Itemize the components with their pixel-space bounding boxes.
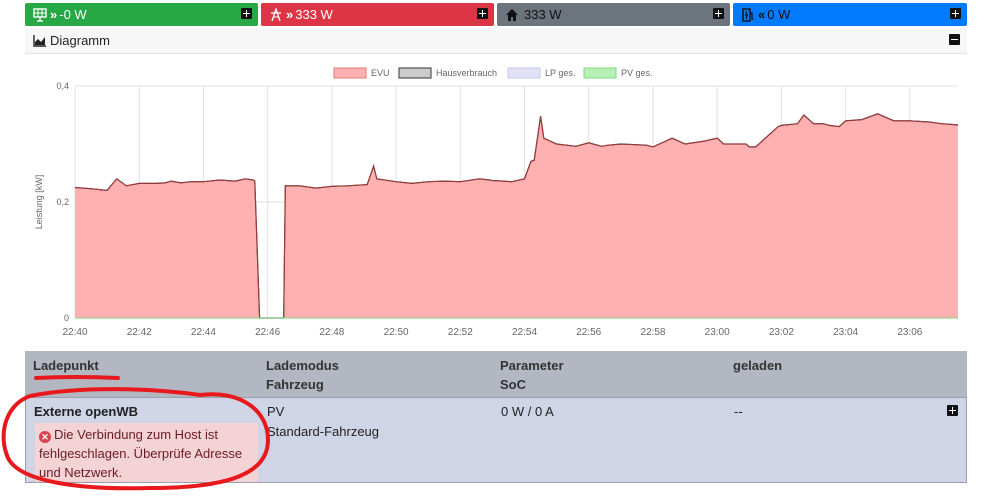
error-text: Die Verbindung zum Host ist fehlgeschlag… <box>39 427 243 480</box>
x-tick-label: 22:48 <box>319 327 344 338</box>
charging-power-value: 0 W <box>767 7 791 22</box>
x-tick-label: 22:54 <box>512 327 537 338</box>
charged-amount: -- <box>734 404 743 419</box>
diagram-title: Diagramm <box>50 33 110 48</box>
header-parameter: Parameter <box>500 358 564 373</box>
legend-label: EVU <box>371 68 390 78</box>
charge-params: 0 W / 0 A <box>501 404 554 419</box>
arrows-right-icon: » <box>286 7 294 22</box>
header-soc: SoC <box>500 377 526 392</box>
home-icon <box>505 8 519 22</box>
tile-grid[interactable]: » 333 W <box>261 3 494 26</box>
collapse-minus-icon[interactable] <box>949 34 960 45</box>
charging-station-icon <box>741 7 755 22</box>
x-tick-label: 23:02 <box>769 327 794 338</box>
tile-charging[interactable]: « 0 W <box>733 3 967 26</box>
expand-plus-icon[interactable] <box>241 8 252 19</box>
chargepoint-name: Externe openWB <box>34 404 139 419</box>
x-tick-label: 23:00 <box>705 327 730 338</box>
legend-label: Hausverbrauch <box>436 68 497 78</box>
table-header: Ladepunkt Lademodus Fahrzeug Parameter S… <box>25 351 967 397</box>
solar-panel-icon <box>33 7 47 22</box>
header-fahrzeug: Fahrzeug <box>266 377 324 392</box>
expand-plus-icon[interactable] <box>950 8 961 19</box>
y-tick-label: 0 <box>64 313 69 323</box>
x-tick-label: 22:52 <box>448 327 473 338</box>
error-message: ✕ Die Verbindung zum Host ist fehlgeschla… <box>35 423 258 482</box>
expand-plus-icon[interactable] <box>713 8 724 19</box>
power-tower-icon <box>269 7 283 22</box>
legend-swatch <box>333 67 367 79</box>
expand-plus-icon[interactable] <box>947 405 958 416</box>
tile-house[interactable]: 333 W <box>497 3 730 26</box>
tile-pv[interactable]: » -0 W <box>25 3 258 26</box>
header-ladepunkt: Ladepunkt <box>33 358 99 373</box>
y-tick-label: 0,4 <box>56 81 69 91</box>
diagram-header[interactable]: Diagramm <box>25 28 967 54</box>
x-tick-label: 22:58 <box>640 327 665 338</box>
header-lademodus: Lademodus <box>266 358 339 373</box>
x-tick-label: 22:56 <box>576 327 601 338</box>
x-tick-label: 22:40 <box>62 327 87 338</box>
x-tick-label: 23:04 <box>833 327 858 338</box>
x-tick-label: 22:46 <box>255 327 280 338</box>
y-tick-label: 0,2 <box>56 197 69 207</box>
charge-mode[interactable]: PV <box>267 404 284 419</box>
legend-label: PV ges. <box>621 68 653 78</box>
x-tick-label: 22:44 <box>191 327 216 338</box>
error-circle-icon: ✕ <box>39 431 51 443</box>
legend-swatch <box>583 67 617 79</box>
pv-power-value: -0 W <box>59 7 87 22</box>
chart-container: 0 0,2 0,4 22:40 22:42 22:44 22:46 22:48 22:50 22:… <box>25 54 967 350</box>
x-tick-label: 22:50 <box>384 327 409 338</box>
x-tick-label: 22:42 <box>127 327 152 338</box>
arrows-left-icon: « <box>758 7 766 22</box>
house-power-value: 333 W <box>524 7 562 22</box>
chart-area-icon <box>33 34 46 47</box>
table-row[interactable]: Externe openWB ✕ Die Verbindung zum Host … <box>25 397 967 483</box>
y-axis-label: Leistung [kW] <box>34 175 44 230</box>
legend-label: LP ges. <box>545 68 575 78</box>
header-geladen: geladen <box>733 358 783 373</box>
legend-swatch <box>507 67 541 79</box>
expand-plus-icon[interactable] <box>477 8 488 19</box>
power-chart: 0 0,2 0,4 22:40 22:42 22:44 22:46 22:48 22:50 22:… <box>34 67 959 338</box>
vehicle-name[interactable]: Standard-Fahrzeug <box>267 424 379 439</box>
legend-swatch <box>398 67 432 79</box>
grid-power-value: 333 W <box>295 7 333 22</box>
x-tick-label: 23:06 <box>897 327 922 338</box>
evu-area <box>75 113 958 318</box>
arrows-right-icon: » <box>50 7 58 22</box>
